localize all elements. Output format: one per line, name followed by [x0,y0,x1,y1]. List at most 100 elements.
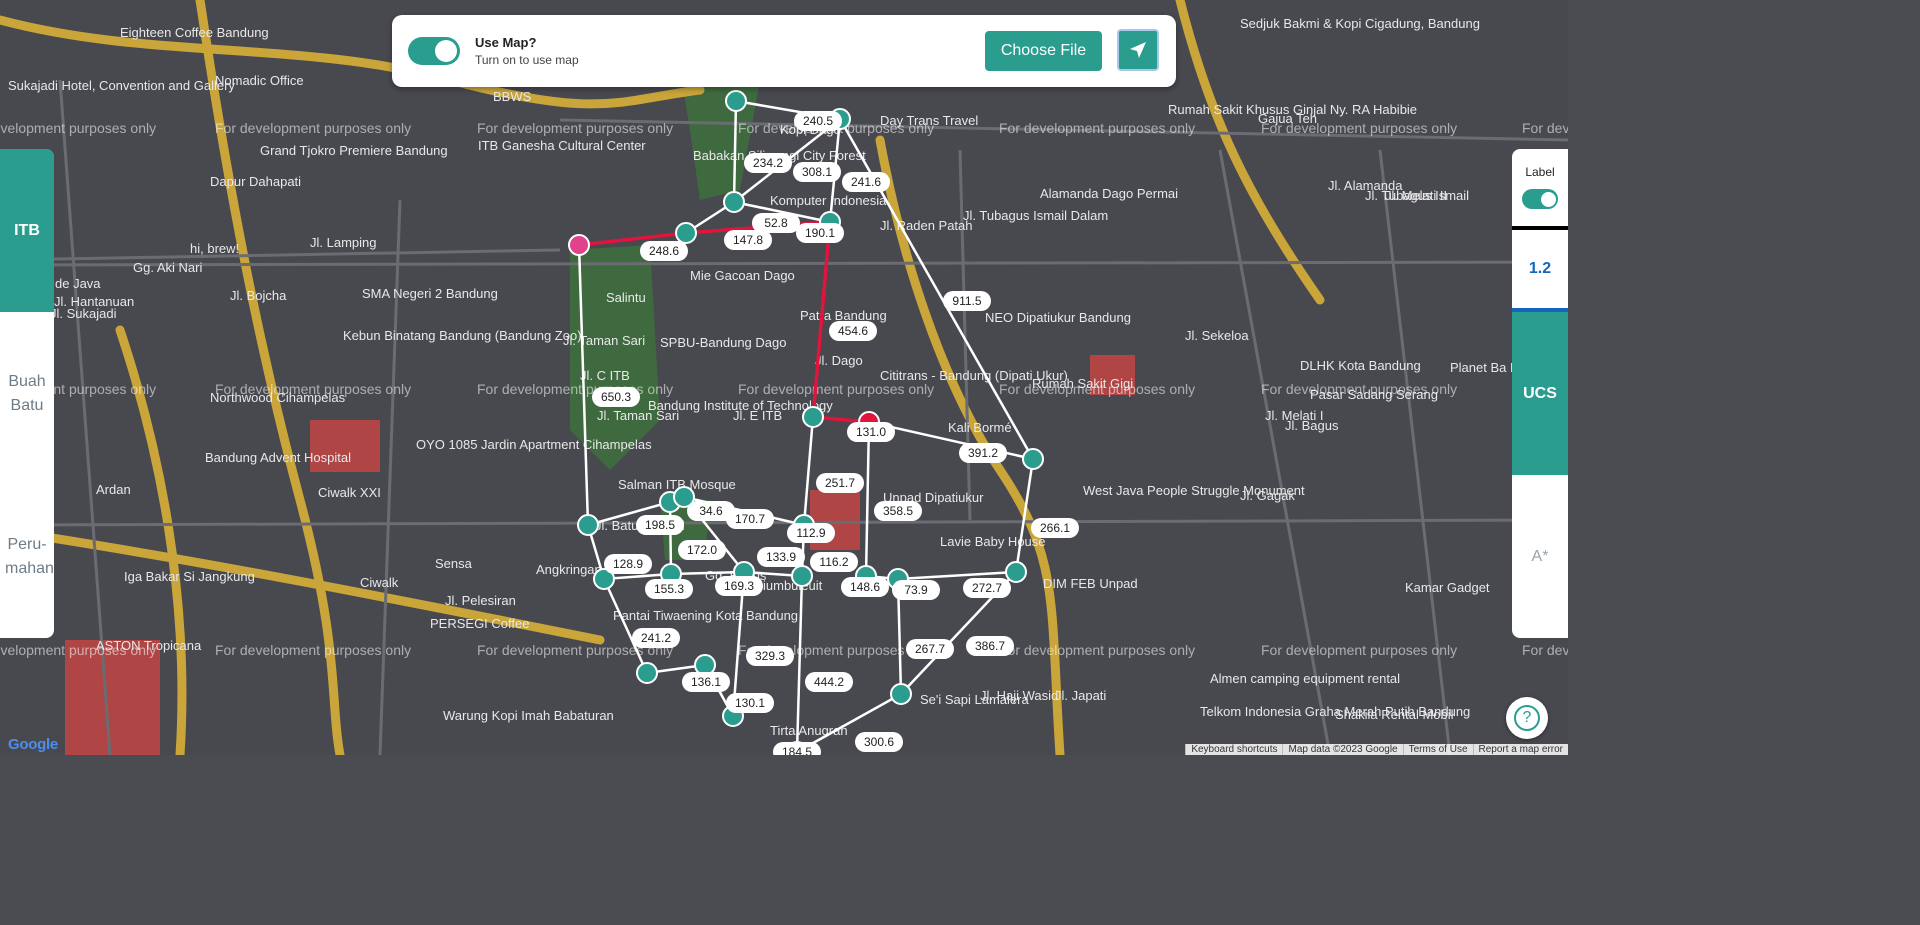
graph-node[interactable] [577,514,599,536]
svg-text:329.3: 329.3 [755,649,785,663]
graph-node[interactable] [791,565,813,587]
watermark-text: For development purposes only [999,642,1195,658]
map-place-label: Jl. Sekeloa [1185,328,1249,343]
edge-weight-label: 241.6 [842,172,890,192]
map-place-label: BBWS [493,89,532,104]
edge-weight-label: 308.1 [793,162,841,182]
toggle-knob [1540,191,1556,207]
svg-text:172.0: 172.0 [687,543,717,557]
graph-node[interactable] [675,222,697,244]
svg-text:147.8: 147.8 [733,233,763,247]
edge-weight-label: 241.2 [632,628,680,648]
label-toggle[interactable] [1522,189,1558,209]
map-place-label: Dapur Dahapati [210,174,301,189]
map-place-label: Patra Bandung [800,308,887,323]
watermark-text: For development purposes only [215,642,411,658]
graph-node[interactable] [802,406,824,428]
keyboard-shortcuts-link[interactable]: Keyboard shortcuts [1185,744,1282,755]
map-place-label: Pantai Tiwaening Kota Bandung [613,608,798,623]
edge-weight-label: 190.1 [796,223,844,243]
map-place-label: Kebun Binatang Bandung (Bandung Zoo) [343,328,582,343]
graph-node[interactable] [1005,561,1027,583]
map-canvas[interactable]: Eighteen Coffee Bandung Sukajadi Hotel, C… [0,0,1568,755]
edge-weight-label: 172.0 [678,540,726,560]
location-buah-batu-label: Buah Batu [8,372,46,414]
svg-text:241.2: 241.2 [641,631,671,645]
svg-text:234.2: 234.2 [753,156,783,170]
map-place-label: Kamar Gadget [1405,580,1490,595]
edge-weight-label: 251.7 [816,473,864,493]
svg-text:130.1: 130.1 [735,696,765,710]
map-place-label: NEO Dipatiukur Bandung [985,310,1131,325]
edge-weight-label: 650.3 [592,387,640,407]
algorithm-astar[interactable]: A* [1512,475,1568,638]
question-icon: ? [1514,705,1540,731]
graph-node[interactable] [636,662,658,684]
map-place-label: Jl. Raden Patah [880,218,973,233]
map-place-label: Grand Tjokro Premiere Bandung [260,143,448,158]
svg-text:251.7: 251.7 [825,476,855,490]
svg-text:184.5: 184.5 [782,745,812,755]
edge-weight-label: 184.5 [773,742,821,755]
map-place-label: ITB Ganesha Cultural Center [478,138,646,153]
location-perumahan[interactable]: Peru-mahan [0,475,54,638]
algorithm-ucs[interactable]: UCS [1512,312,1568,475]
map-place-label: DLHK Kota Bandung [1300,358,1421,373]
svg-text:148.6: 148.6 [850,580,880,594]
edge-weight-label: 128.9 [604,554,652,574]
svg-text:240.5: 240.5 [803,114,833,128]
report-error-link[interactable]: Report a map error [1472,744,1568,755]
edge-weight-label: 266.1 [1031,518,1079,538]
graph-node[interactable] [725,90,747,112]
map-place-label: Bandung Advent Hospital [205,450,351,465]
svg-text:34.6: 34.6 [699,504,723,518]
watermark-text: For development purposes only [1522,120,1568,136]
watermark-text: For development purposes only [0,120,156,136]
start-node[interactable] [568,234,590,256]
map-place-label: Jl. Bojcha [230,288,287,303]
svg-text:155.3: 155.3 [654,582,684,596]
edge-weight-label: 130.1 [726,693,774,713]
map-place-label: Shakila Rental Mobil [1335,707,1454,722]
graph-node[interactable] [1022,448,1044,470]
location-itb[interactable]: ITB [0,149,54,312]
edge-weight-label: 234.2 [744,153,792,173]
graph-node[interactable] [890,683,912,705]
edge-weight-label: 300.6 [855,732,903,752]
help-button[interactable]: ? [1506,697,1548,739]
svg-text:170.7: 170.7 [735,512,765,526]
svg-text:272.7: 272.7 [972,581,1002,595]
location-perumahan-label: Peru-mahan [5,535,54,577]
svg-text:131.0: 131.0 [856,425,886,439]
svg-text:198.5: 198.5 [645,518,675,532]
use-map-subtitle: Turn on to use map [475,53,579,67]
choose-file-button[interactable]: Choose File [985,31,1102,71]
map-footer: Keyboard shortcuts Map data ©2023 Google… [1185,744,1568,755]
top-bar: Use Map? Turn on to use map Choose File [392,15,1176,87]
map-place-label: Jl. E ITB [733,408,782,423]
svg-text:650.3: 650.3 [601,390,631,404]
navigate-button[interactable] [1117,29,1159,71]
graph-node[interactable] [723,191,745,213]
edge-weight-label: 169.3 [715,576,763,596]
map-place-label: Jl. Bagus [1285,418,1339,433]
map-place-label: Jl. Taman Sari [563,333,645,348]
svg-text:133.9: 133.9 [766,550,796,564]
svg-text:386.7: 386.7 [975,639,1005,653]
terms-link[interactable]: Terms of Use [1402,744,1473,755]
watermark-text: For development purposes only [1261,120,1457,136]
svg-text:358.5: 358.5 [883,504,913,518]
map-place-label: Komputer Indonesia [770,193,887,208]
location-buah-batu[interactable]: Buah Batu [0,312,54,475]
map-place-label: PERSEGI Coffee [430,616,529,631]
map-place-label: Ciwalk [360,575,399,590]
map-place-label: Sukajadi Hotel, Convention and Gallery [8,78,235,93]
map-place-label: OYO 1085 Jardin Apartment Cihampelas [416,437,652,452]
weight-value[interactable]: 1.2 [1512,230,1568,308]
svg-text:300.6: 300.6 [864,735,894,749]
use-map-toggle[interactable] [408,37,460,65]
map-place-label: hi, brew! [190,241,239,256]
svg-text:241.6: 241.6 [851,175,881,189]
map-place-label: Jl. Pelesiran [445,593,516,608]
map-place-label: DIM FEB Unpad [1043,576,1138,591]
